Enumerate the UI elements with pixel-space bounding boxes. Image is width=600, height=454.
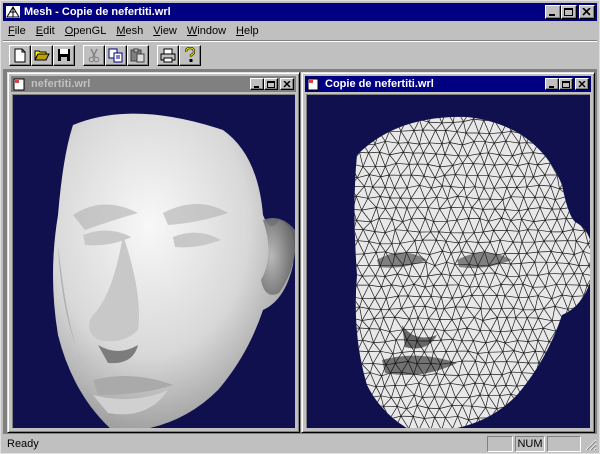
print-button[interactable] xyxy=(157,44,179,66)
menu-view[interactable]: View xyxy=(148,23,182,39)
status-pane-scroll xyxy=(547,436,581,452)
minimize-icon xyxy=(549,86,554,88)
menu-window[interactable]: Window xyxy=(182,23,231,39)
app-title: Mesh - Copie de nefertiti.wrl xyxy=(24,6,171,18)
maximize-icon xyxy=(267,81,275,88)
minimize-icon xyxy=(254,86,259,88)
wireframe-head-render xyxy=(354,116,590,428)
toolbar xyxy=(3,42,597,68)
close-icon xyxy=(582,8,591,16)
save-disk-icon xyxy=(58,49,70,61)
mesh-app-icon xyxy=(6,6,20,18)
menu-edit[interactable]: Edit xyxy=(31,23,60,39)
printer-icon xyxy=(160,48,176,62)
child-maximize-button[interactable] xyxy=(264,78,278,90)
application-window: Mesh - Copie de nefertiti.wrl File Edit … xyxy=(0,0,600,454)
close-button[interactable] xyxy=(579,5,595,19)
child-close-button[interactable] xyxy=(280,78,294,90)
maximize-icon xyxy=(564,8,573,16)
child-window-nefertiti[interactable]: nefertiti.wrl xyxy=(7,72,300,433)
cut-button[interactable] xyxy=(83,44,105,66)
status-text: Ready xyxy=(7,438,39,450)
copy-icon xyxy=(108,48,123,62)
save-button[interactable] xyxy=(53,44,75,66)
child-close-button[interactable] xyxy=(575,78,589,90)
child-maximize-button[interactable] xyxy=(559,78,573,90)
scissors-icon xyxy=(88,48,100,62)
opengl-viewport-shaded[interactable] xyxy=(12,94,295,428)
document-icon xyxy=(307,78,319,90)
menu-help[interactable]: Help xyxy=(231,23,264,39)
shaded-head-render xyxy=(53,113,295,428)
new-file-icon xyxy=(14,48,26,62)
resize-grip-icon[interactable] xyxy=(583,437,597,451)
mdi-client-area: nefertiti.wrl Copie de nefertiti.wrl xyxy=(3,69,597,434)
menu-bar: File Edit OpenGL Mesh View Window Help xyxy=(3,22,597,40)
paste-button[interactable] xyxy=(127,44,149,66)
app-titlebar[interactable]: Mesh - Copie de nefertiti.wrl xyxy=(3,3,597,21)
open-button[interactable] xyxy=(31,44,53,66)
maximize-icon xyxy=(562,81,570,88)
document-icon xyxy=(13,78,25,90)
menu-opengl[interactable]: OpenGL xyxy=(60,23,112,39)
menu-mesh[interactable]: Mesh xyxy=(111,23,148,39)
child-title-right: Copie de nefertiti.wrl xyxy=(325,78,434,90)
child-minimize-button[interactable] xyxy=(250,78,264,90)
help-question-icon xyxy=(184,47,196,62)
opengl-viewport-wireframe[interactable] xyxy=(306,94,590,428)
status-bar: Ready NUM xyxy=(3,435,597,453)
status-pane-num: NUM xyxy=(515,436,545,452)
close-icon xyxy=(283,81,291,88)
maximize-button[interactable] xyxy=(561,5,577,19)
child-titlebar-left[interactable]: nefertiti.wrl xyxy=(11,76,296,92)
child-window-copie-nefertiti[interactable]: Copie de nefertiti.wrl xyxy=(301,72,595,433)
child-titlebar-right[interactable]: Copie de nefertiti.wrl xyxy=(305,76,591,92)
minimize-icon xyxy=(549,14,555,16)
child-title-left: nefertiti.wrl xyxy=(31,78,91,90)
child-minimize-button[interactable] xyxy=(545,78,559,90)
open-folder-icon xyxy=(34,50,50,61)
close-icon xyxy=(578,81,586,88)
status-pane-caps xyxy=(487,436,513,452)
copy-button[interactable] xyxy=(105,44,127,66)
paste-icon xyxy=(130,48,145,62)
menu-file[interactable]: File xyxy=(3,23,31,39)
help-button[interactable] xyxy=(179,44,201,66)
new-button[interactable] xyxy=(9,44,31,66)
minimize-button[interactable] xyxy=(545,5,561,19)
